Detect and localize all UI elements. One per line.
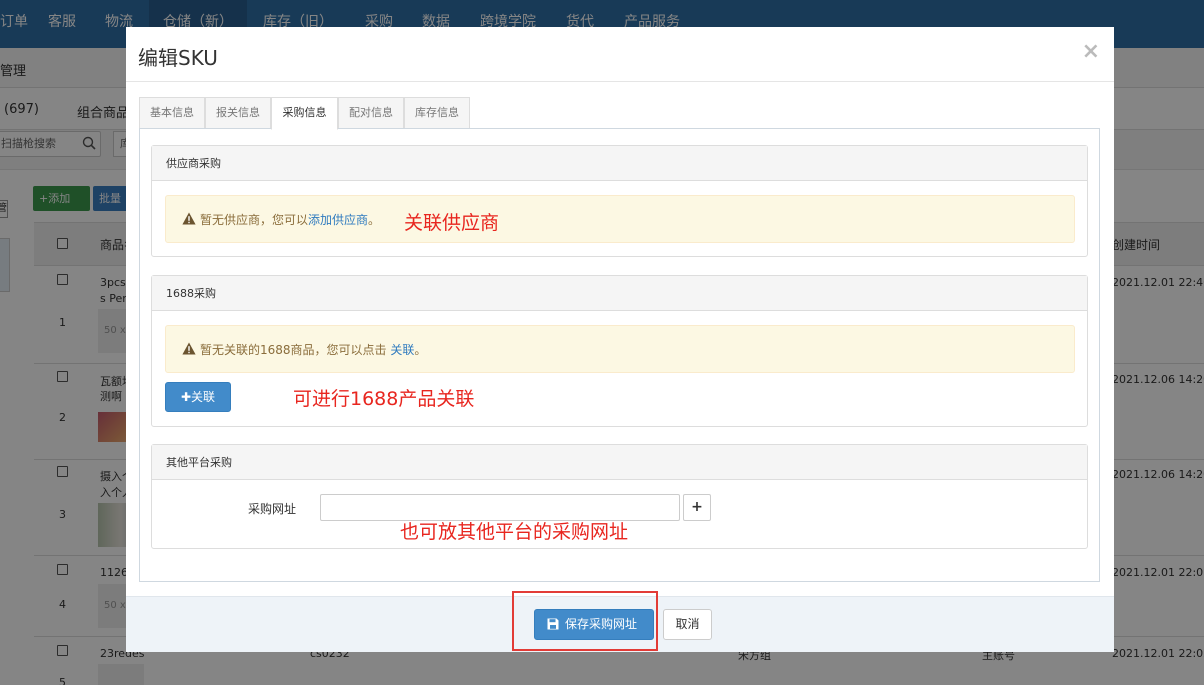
tab-pairing-info[interactable]: 配对信息 bbox=[338, 97, 404, 129]
panel-heading: 其他平台采购 bbox=[152, 445, 1087, 480]
tab-basic-info[interactable]: 基本信息 bbox=[139, 97, 205, 129]
cancel-button[interactable]: 取消 bbox=[663, 609, 712, 640]
warning-icon bbox=[182, 212, 196, 225]
alert-message: 暂无关联的1688商品，您可以点击 关联。 bbox=[200, 343, 427, 357]
add-supplier-link[interactable]: 添加供应商 bbox=[308, 213, 368, 227]
purchase-url-label: 采购网址 bbox=[248, 502, 297, 516]
purchase-info-pane: 供应商采购 暂无供应商，您可以添加供应商。 关联供应商 1688采购 暂无关联的… bbox=[139, 128, 1100, 582]
add-url-button[interactable]: + bbox=[683, 494, 711, 521]
panel-heading: 供应商采购 bbox=[152, 146, 1087, 181]
supplier-purchase-panel: 供应商采购 暂无供应商，您可以添加供应商。 关联供应商 bbox=[151, 145, 1088, 257]
tab-purchase-info[interactable]: 采购信息 bbox=[271, 97, 338, 130]
supplier-alert: 暂无供应商，您可以添加供应商。 关联供应商 bbox=[165, 195, 1075, 243]
tab-customs-info[interactable]: 报关信息 bbox=[205, 97, 271, 129]
ali1688-purchase-panel: 1688采购 暂无关联的1688商品，您可以点击 关联。 ✚关联 可进行1688… bbox=[151, 275, 1088, 427]
panel-heading: 1688采购 bbox=[152, 276, 1087, 311]
ali1688-alert: 暂无关联的1688商品，您可以点击 关联。 bbox=[165, 325, 1075, 373]
link-1688-link[interactable]: 关联 bbox=[390, 343, 414, 357]
alert-message: 暂无供应商，您可以添加供应商。 bbox=[200, 213, 381, 227]
annotation-link-1688: 可进行1688产品关联 bbox=[293, 388, 475, 410]
highlight-box bbox=[512, 591, 658, 651]
edit-sku-modal: 编辑SKU × 基本信息 报关信息 采购信息 配对信息 库存信息 供应商采购 暂… bbox=[126, 27, 1114, 652]
annotation-link-supplier: 关联供应商 bbox=[404, 212, 500, 234]
tab-stock-info[interactable]: 库存信息 bbox=[404, 97, 470, 129]
modal-header: 编辑SKU × bbox=[126, 27, 1114, 82]
link-1688-button[interactable]: ✚关联 bbox=[165, 382, 231, 412]
plus-icon: ✚ bbox=[180, 390, 192, 404]
close-icon[interactable]: × bbox=[1082, 39, 1100, 65]
annotation-other-platform: 也可放其他平台的采购网址 bbox=[400, 521, 629, 543]
modal-title: 编辑SKU bbox=[138, 46, 218, 70]
warning-icon bbox=[182, 342, 196, 355]
other-platform-purchase-panel: 其他平台采购 采购网址 + 也可放其他平台的采购网址 bbox=[151, 444, 1088, 549]
